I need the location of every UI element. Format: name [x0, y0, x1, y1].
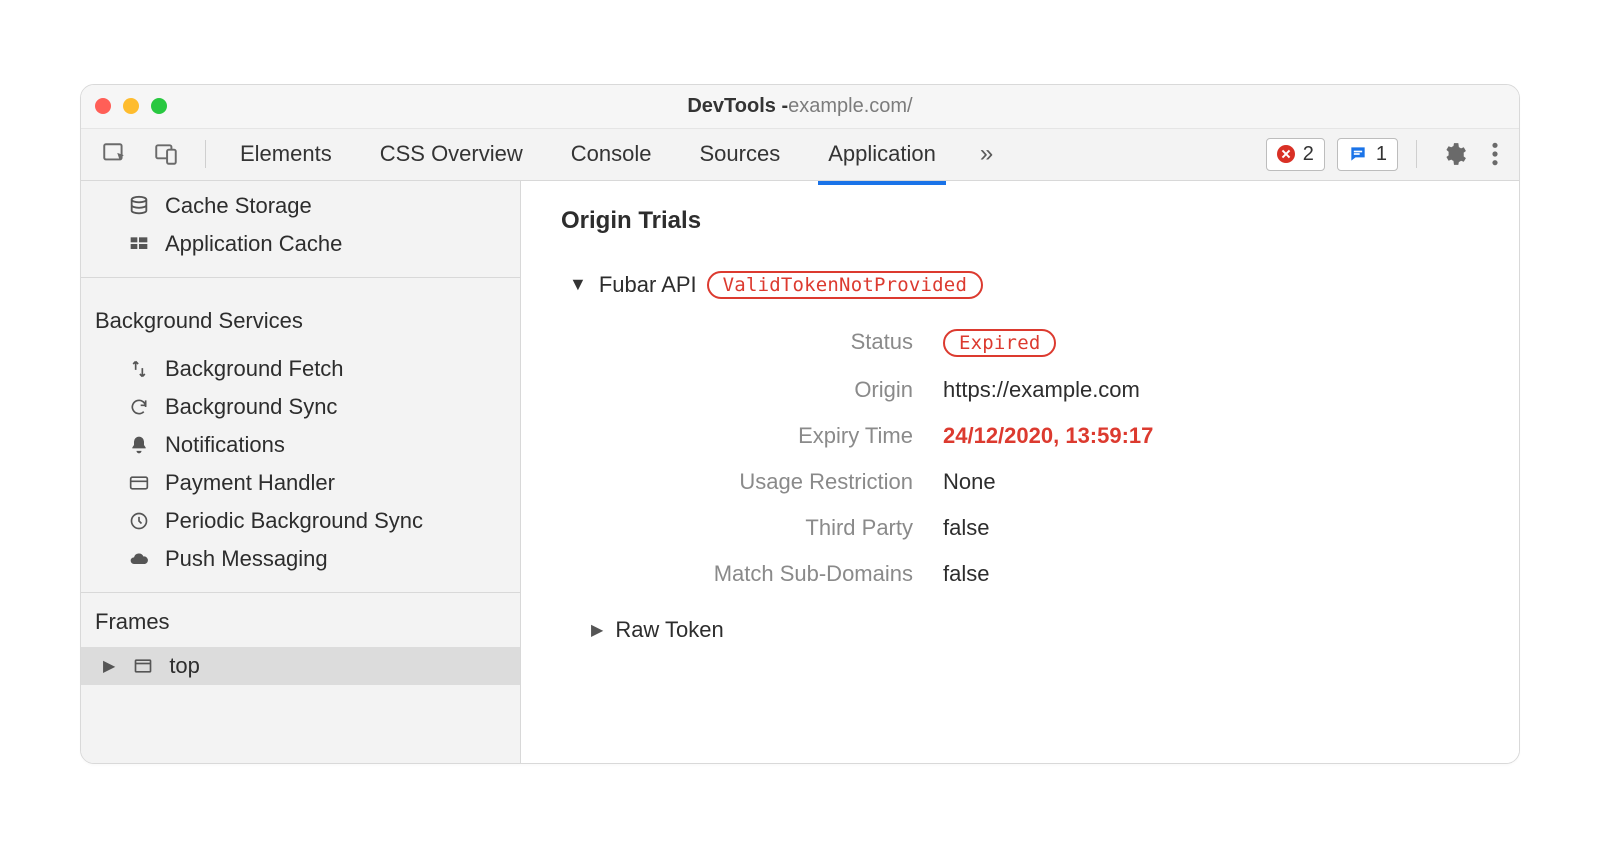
application-sidebar: Cache Storage Application Cache Backgrou…	[81, 181, 521, 763]
frame-icon	[131, 656, 155, 676]
sidebar-item-payment-handler[interactable]: Payment Handler	[81, 464, 520, 502]
sidebar-item-label: Background Sync	[165, 394, 337, 420]
usage-restriction-label: Usage Restriction	[633, 469, 913, 495]
sidebar-item-label: Application Cache	[165, 231, 342, 257]
sidebar-item-label: Background Fetch	[165, 356, 344, 382]
origin-label: Origin	[633, 377, 913, 403]
error-icon	[1277, 145, 1295, 163]
trial-name: Fubar API	[599, 272, 697, 298]
panel-tabs: Elements CSS Overview Console Sources Ap…	[234, 131, 942, 177]
panel-body: Cache Storage Application Cache Backgrou…	[81, 181, 1519, 763]
sidebar-item-label: Notifications	[165, 432, 285, 458]
toggle-device-toolbar-icon[interactable]	[147, 137, 185, 171]
cache-group: Cache Storage Application Cache	[81, 181, 520, 278]
window-titlebar: DevTools - example.com/	[81, 85, 1519, 129]
match-subdomains-value: false	[943, 561, 1479, 587]
expiry-value: 24/12/2020, 13:59:17	[943, 423, 1479, 449]
background-services-group: Background Services Background Fetch Bac…	[81, 278, 520, 593]
tab-application[interactable]: Application	[822, 131, 942, 177]
sidebar-heading-background-services: Background Services	[81, 286, 520, 350]
window-title-url: example.com/	[788, 95, 913, 118]
tab-console[interactable]: Console	[565, 131, 658, 177]
origin-value: https://example.com	[943, 377, 1479, 403]
page-title: Origin Trials	[561, 207, 1479, 235]
database-icon	[127, 195, 151, 217]
raw-token-label: Raw Token	[615, 617, 723, 643]
sidebar-heading-frames: Frames	[81, 593, 520, 647]
disclosure-triangle-icon[interactable]: ▶	[103, 656, 115, 676]
zoom-window-button[interactable]	[151, 98, 167, 114]
tab-elements[interactable]: Elements	[234, 131, 338, 177]
window-title-app: DevTools -	[687, 95, 788, 118]
issues-count: 1	[1376, 143, 1387, 166]
sidebar-item-cache-storage[interactable]: Cache Storage	[81, 187, 520, 225]
disclosure-triangle-icon[interactable]: ▼	[569, 274, 587, 295]
issues-chip[interactable]: 1	[1337, 138, 1398, 171]
inspect-element-icon[interactable]	[95, 137, 133, 171]
sidebar-item-label: Periodic Background Sync	[165, 508, 423, 534]
trial-error-badge: ValidTokenNotProvided	[707, 271, 983, 299]
toolbar-divider	[1416, 140, 1417, 168]
errors-chip[interactable]: 2	[1266, 138, 1325, 171]
tab-css-overview[interactable]: CSS Overview	[374, 131, 529, 177]
fetch-icon	[127, 359, 151, 379]
errors-count: 2	[1303, 143, 1314, 166]
sidebar-item-label: Payment Handler	[165, 470, 335, 496]
window-title: DevTools - example.com/	[81, 95, 1519, 118]
sidebar-item-label: Cache Storage	[165, 193, 312, 219]
disclosure-triangle-icon[interactable]: ▶	[591, 620, 603, 640]
status-label: Status	[633, 329, 913, 357]
toolbar-divider	[205, 140, 206, 168]
sync-icon	[127, 397, 151, 417]
bell-icon	[127, 435, 151, 455]
sidebar-item-label: top	[169, 653, 200, 679]
usage-restriction-value: None	[943, 469, 1479, 495]
traffic-lights	[95, 98, 167, 114]
sidebar-item-background-sync[interactable]: Background Sync	[81, 388, 520, 426]
clock-icon	[127, 511, 151, 531]
more-options-icon[interactable]	[1485, 137, 1505, 171]
settings-icon[interactable]	[1435, 137, 1473, 171]
status-badge: Expired	[943, 329, 1056, 357]
sidebar-item-notifications[interactable]: Notifications	[81, 426, 520, 464]
raw-token-row[interactable]: ▶ Raw Token	[591, 617, 1479, 643]
trial-details: Status Expired Origin https://example.co…	[633, 329, 1479, 587]
toolbar-right: 2 1	[1266, 137, 1505, 171]
origin-trial-row[interactable]: ▼ Fubar API ValidTokenNotProvided	[569, 271, 1479, 299]
devtools-window: DevTools - example.com/ Elements CSS Ove…	[80, 84, 1520, 764]
sidebar-item-push-messaging[interactable]: Push Messaging	[81, 540, 520, 578]
close-window-button[interactable]	[95, 98, 111, 114]
cloud-icon	[127, 549, 151, 569]
minimize-window-button[interactable]	[123, 98, 139, 114]
third-party-label: Third Party	[633, 515, 913, 541]
tab-sources[interactable]: Sources	[693, 131, 786, 177]
sidebar-item-background-fetch[interactable]: Background Fetch	[81, 350, 520, 388]
third-party-value: false	[943, 515, 1479, 541]
origin-trials-pane: Origin Trials ▼ Fubar API ValidTokenNotP…	[521, 181, 1519, 763]
match-subdomains-label: Match Sub-Domains	[633, 561, 913, 587]
frames-group: Frames ▶ top	[81, 593, 520, 685]
card-icon	[127, 473, 151, 493]
more-tabs-icon[interactable]: »	[980, 140, 993, 168]
sidebar-item-frame-top[interactable]: ▶ top	[81, 647, 520, 685]
sidebar-item-label: Push Messaging	[165, 546, 328, 572]
sidebar-item-application-cache[interactable]: Application Cache	[81, 225, 520, 263]
grid-icon	[127, 234, 151, 254]
sidebar-item-periodic-background-sync[interactable]: Periodic Background Sync	[81, 502, 520, 540]
expiry-label: Expiry Time	[633, 423, 913, 449]
main-toolbar: Elements CSS Overview Console Sources Ap…	[81, 129, 1519, 181]
issues-icon	[1348, 144, 1368, 164]
